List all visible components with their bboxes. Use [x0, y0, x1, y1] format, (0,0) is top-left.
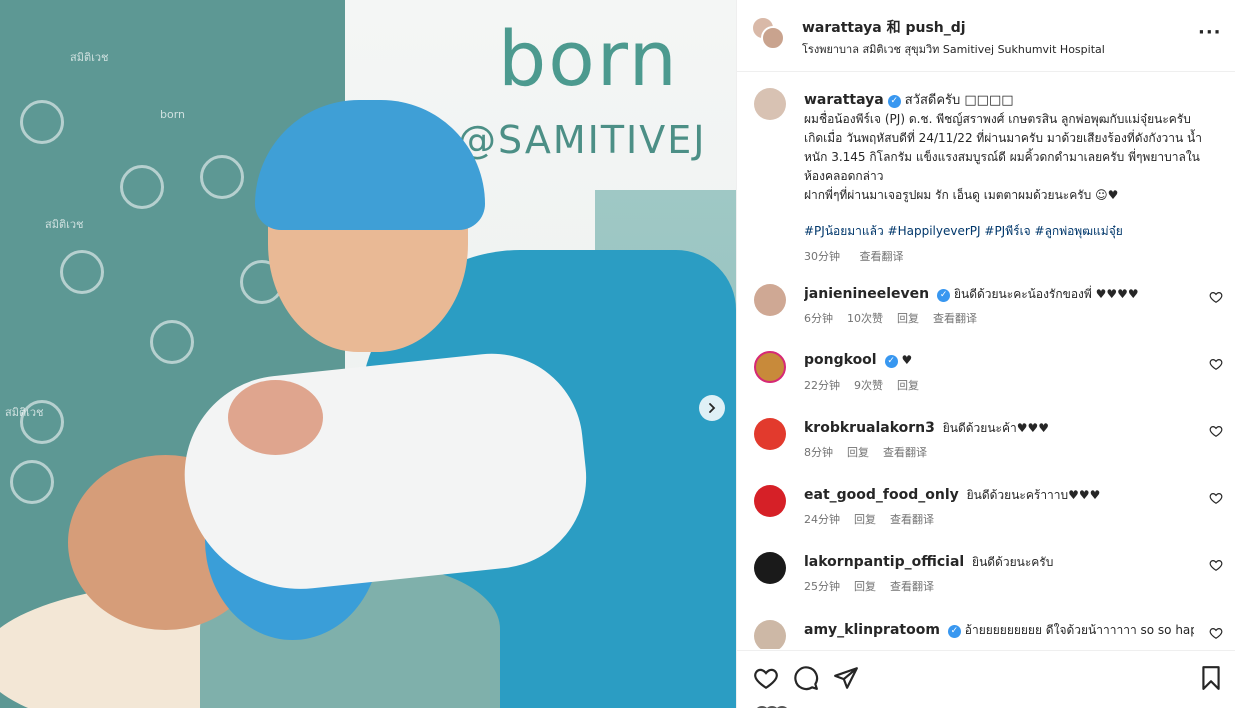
reply-button[interactable]: 回复	[897, 312, 919, 325]
avatar[interactable]	[754, 552, 786, 584]
pattern-face-icon	[120, 165, 164, 209]
verified-badge-icon: ✓	[947, 625, 961, 638]
caption-hashtags[interactable]: #PJน้อยมาแล้ว #HappilyeverPJ #PJพีร์เจ #…	[804, 222, 1209, 241]
caption-username[interactable]: warattaya	[804, 92, 884, 108]
pattern-text: สมิติเวช	[70, 51, 109, 64]
see-translation-link[interactable]: 查看翻译	[933, 312, 977, 325]
comment-item: eat_good_food_only ยินดีด้วยนะคร้าาาบ♥♥♥…	[737, 485, 1235, 545]
avatar[interactable]	[754, 88, 786, 120]
born-logo-text: born	[498, 14, 679, 103]
born-logo-sub: @SAMITIVEJ	[458, 118, 707, 162]
heart-icon[interactable]	[753, 665, 779, 691]
avatar	[761, 26, 785, 50]
post-header: warattaya 和 push_dj โรงพยาบาล สมิติเวช ส…	[737, 0, 1235, 72]
avatar[interactable]	[754, 351, 786, 383]
comment-text: ยินดีด้วยนะคร้าาาบ♥♥♥	[966, 488, 1101, 502]
comment-item: janienineeleven ✓ ยินดีด้วยนะคะน้องรักของ…	[737, 284, 1235, 344]
comment-time: 24分钟	[804, 513, 840, 526]
comment-text: อ้ายยยยยยยยย ดีใจด้วยน้าาาาาา so so happ…	[964, 623, 1194, 637]
comment-time: 8分钟	[804, 446, 833, 459]
comment-username[interactable]: janienineeleven	[804, 286, 929, 302]
more-options-icon[interactable]: ···	[1198, 22, 1222, 43]
comment-item: amy_klinpratoom ✓ อ้ายยยยยยยยย ดีใจด้วยน้…	[737, 620, 1235, 649]
comment-likes[interactable]: 9次赞	[854, 379, 883, 392]
see-translation-link[interactable]: 查看翻译	[860, 250, 904, 263]
comment-item: lakornpantip_official ยินดีด้วยนะครับ 25…	[737, 552, 1235, 612]
comment-username[interactable]: krobkrualakorn3	[804, 420, 935, 436]
reply-button[interactable]: 回复	[847, 446, 869, 459]
pattern-text: สมิติเวช	[45, 218, 84, 231]
post-actions-bar	[737, 650, 1235, 708]
heart-icon[interactable]	[1209, 424, 1223, 438]
pattern-text: born	[160, 108, 186, 121]
comment-username[interactable]: pongkool	[804, 352, 877, 368]
comment-item: pongkool ✓ ♥ 22分钟 9次赞 回复	[737, 351, 1235, 411]
header-location[interactable]: โรงพยาบาล สมิติเวช สุขุมวิท Samitivej Su…	[802, 40, 1105, 58]
chevron-right-icon	[709, 403, 716, 413]
post-photo[interactable]: born @SAMITIVEJ สมิติเวช สมิติเวช สมิติเ…	[0, 0, 736, 708]
comment-text: ยินดีด้วยนะครับ	[972, 555, 1054, 569]
caption-line: ฝากพี่ๆที่ผ่านมาเจอรูปผม รัก เอ็นดู เมตต…	[804, 188, 1119, 202]
reply-button[interactable]: 回复	[854, 580, 876, 593]
verified-badge-icon: ✓	[937, 289, 951, 302]
comment-username[interactable]: amy_klinpratoom	[804, 622, 940, 638]
see-translation-link[interactable]: 查看翻译	[890, 580, 934, 593]
next-photo-button[interactable]	[699, 395, 725, 421]
heart-icon[interactable]	[1209, 626, 1223, 640]
pattern-text: สมิติเวช	[5, 406, 44, 419]
heart-icon[interactable]	[1209, 290, 1223, 304]
caption-body: ผมชื่อน้องพีร์เจ (PJ) ด.ช. พีชญ์สราพงศ์ …	[804, 110, 1209, 205]
comment-time: 25分钟	[804, 580, 840, 593]
heart-icon[interactable]	[1209, 491, 1223, 505]
comment-likes[interactable]: 10次赞	[847, 312, 883, 325]
avatar[interactable]	[754, 418, 786, 450]
pattern-face-icon	[10, 460, 54, 504]
paper-plane-icon[interactable]	[833, 665, 859, 691]
comment-text: ♥	[901, 353, 913, 367]
comment-item: krobkrualakorn3 ยินดีด้วยนะค้า♥♥♥ 8分钟 回复 查…	[737, 418, 1235, 478]
comments-scroll-area[interactable]: warattaya ✓ สวัสดีครับ □□□□ ผมชื่อน้องพีร์…	[737, 72, 1235, 649]
comment-text: ยินดีด้วยนะค้า♥♥♥	[942, 421, 1050, 435]
baby-face	[228, 380, 323, 455]
header-username[interactable]: warattaya 和 push_dj	[802, 17, 966, 37]
pattern-face-icon	[60, 250, 104, 294]
comment-icon[interactable]	[793, 665, 819, 691]
bookmark-icon[interactable]	[1198, 665, 1224, 691]
caption-line: เกิดเมื่อ วันพฤหัสบดีที่ 24/11/22 ที่ผ่า…	[804, 131, 1202, 183]
pattern-face-icon	[150, 320, 194, 364]
comment-username[interactable]: eat_good_food_only	[804, 487, 959, 503]
verified-badge-icon: ✓	[884, 355, 898, 368]
post-side-panel: warattaya 和 push_dj โรงพยาบาล สมิติเวช ส…	[736, 0, 1235, 708]
caption-line: ผมชื่อน้องพีร์เจ (PJ) ด.ช. พีชญ์สราพงศ์ …	[804, 112, 1191, 126]
heart-icon[interactable]	[1209, 357, 1223, 371]
avatar[interactable]	[754, 284, 786, 316]
comment-time: 6分钟	[804, 312, 833, 325]
caption-meta: 30分钟 查看翻译	[804, 248, 920, 264]
pattern-face-icon	[20, 100, 64, 144]
avatar[interactable]	[754, 485, 786, 517]
avatar[interactable]	[754, 620, 786, 649]
header-avatar-stack[interactable]	[751, 16, 785, 52]
comment-text: ยินดีด้วยนะคะน้องรักของพี่ ♥♥♥♥	[953, 287, 1139, 301]
comment-time: 22分钟	[804, 379, 840, 392]
reply-button[interactable]: 回复	[897, 379, 919, 392]
see-translation-link[interactable]: 查看翻译	[890, 513, 934, 526]
comment-username[interactable]: lakornpantip_official	[804, 554, 964, 570]
caption-greeting: สวัสดีครับ □□□□	[904, 93, 1014, 108]
see-translation-link[interactable]: 查看翻译	[883, 446, 927, 459]
pattern-face-icon	[200, 155, 244, 199]
reply-button[interactable]: 回复	[854, 513, 876, 526]
verified-badge-icon: ✓	[887, 95, 901, 108]
heart-icon[interactable]	[1209, 558, 1223, 572]
caption-time: 30分钟	[804, 250, 840, 263]
